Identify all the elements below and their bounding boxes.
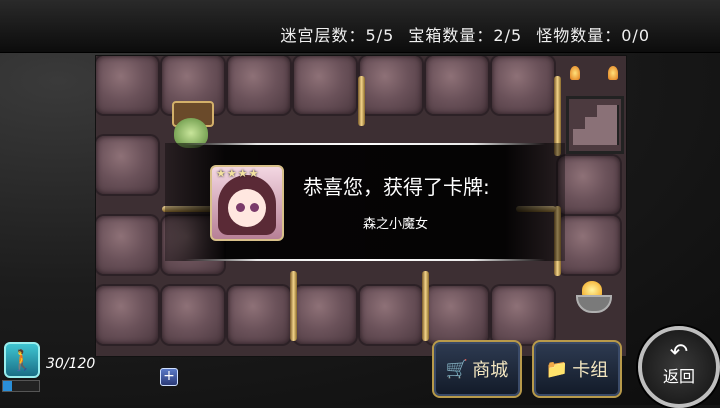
maze-tile[interactable] xyxy=(426,286,488,344)
status-stats: 迷宫层数：5/5 宝箱数量：2/5 怪物数量：0/0 xyxy=(273,22,650,46)
maze-floor-value: 5/5 xyxy=(365,26,395,45)
maze-tile[interactable] xyxy=(360,286,422,344)
maze-tile[interactable] xyxy=(558,156,620,214)
card-art-face xyxy=(228,189,266,227)
maze-tile[interactable] xyxy=(558,216,620,274)
chest-count-label: 宝箱数量： xyxy=(408,26,494,45)
status-bar: 迷宫层数：5/5 宝箱数量：2/5 怪物数量：0/0 xyxy=(0,0,720,53)
maze-wall xyxy=(358,76,365,126)
folder-icon: 📁 xyxy=(545,358,569,380)
maze-tile[interactable] xyxy=(96,216,158,274)
deck-button-label: 卡组 xyxy=(572,360,609,381)
maze-tile[interactable] xyxy=(294,286,356,344)
card-art-eye xyxy=(250,203,259,212)
reward-dialog[interactable]: ★★★★ 恭喜您，获得了卡牌: 森之小魔女 xyxy=(165,143,565,261)
maze-tile[interactable] xyxy=(294,56,356,114)
energy-bar xyxy=(2,380,40,392)
walking-person-icon[interactable]: 🚶 xyxy=(4,342,40,378)
maze-floor-label: 迷宫层数： xyxy=(280,26,366,45)
energy-value: 30/120 xyxy=(46,356,96,372)
deck-button[interactable]: 📁 卡组 xyxy=(532,340,622,398)
add-energy-button[interactable]: + xyxy=(160,368,178,386)
maze-tile[interactable] xyxy=(492,286,554,344)
brazier-icon xyxy=(574,281,612,317)
monster-count-value: 0/0 xyxy=(621,26,650,45)
shop-button-label: 商城 xyxy=(472,360,509,381)
dialog-top-line xyxy=(185,143,545,145)
maze-tile[interactable] xyxy=(96,286,158,344)
monster-count-label: 怪物数量： xyxy=(536,26,622,45)
shop-button[interactable]: 🛒 商城 xyxy=(432,340,522,398)
cart-icon: 🛒 xyxy=(445,358,469,380)
return-arrow-icon: ↶ xyxy=(669,340,689,365)
torch-icon xyxy=(608,66,618,80)
maze-tile[interactable] xyxy=(162,286,224,344)
stairs-step xyxy=(573,129,619,145)
maze-tile[interactable] xyxy=(96,136,158,194)
maze-wall xyxy=(290,271,297,341)
maze-tile[interactable] xyxy=(228,56,290,114)
maze-tile[interactable] xyxy=(96,56,158,114)
back-button-label: 返回 xyxy=(662,367,695,386)
maze-tile[interactable] xyxy=(492,56,554,114)
maze-tile[interactable] xyxy=(228,286,290,344)
brazier-bowl xyxy=(576,295,612,313)
energy-bar-fill xyxy=(3,381,12,391)
card-portrait[interactable]: ★★★★ xyxy=(210,165,284,241)
card-stars: ★★★★ xyxy=(216,167,260,180)
card-art-eye xyxy=(236,203,245,212)
maze-tile[interactable] xyxy=(426,56,488,114)
dialog-bottom-line xyxy=(185,259,545,261)
stairs-step xyxy=(585,117,619,129)
reward-title: 恭喜您，获得了卡牌: xyxy=(303,175,490,199)
stairs-step xyxy=(597,105,619,117)
back-button[interactable]: ↶ 返回 xyxy=(638,326,720,408)
chest-count-value: 2/5 xyxy=(493,26,523,45)
exit-stairs[interactable] xyxy=(566,96,624,154)
card-name: 森之小魔女 xyxy=(363,217,429,232)
torch-icon xyxy=(570,66,580,80)
maze-wall xyxy=(422,271,429,341)
maze-tile[interactable] xyxy=(360,56,422,114)
